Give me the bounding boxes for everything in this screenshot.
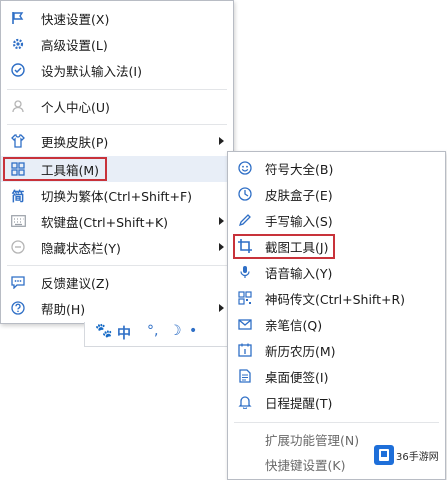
menu-item-label: 设为默认输入法(I) — [41, 63, 142, 79]
skin-box-icon — [237, 186, 253, 202]
menu-item-label: 软键盘(Ctrl+Shift+K) — [41, 214, 169, 230]
submenu-arrow-icon — [219, 137, 224, 145]
user-icon — [10, 98, 26, 114]
gear-icon — [10, 36, 26, 52]
submenu-arrow-icon — [219, 217, 224, 225]
submenu-item-skin-box[interactable]: 皮肤盒子(E) — [228, 181, 445, 207]
menu-item-set-default[interactable]: 设为默认输入法(I) — [1, 57, 233, 83]
submenu-item-handwriting[interactable]: 手写输入(S) — [228, 207, 445, 233]
ime-status-bar: 🐾 中 °, ☽ • — [84, 322, 230, 347]
menu-item-change-skin[interactable]: 更换皮肤(P) — [1, 128, 233, 154]
submenu-item-symbols[interactable]: 符号大全(B) — [228, 155, 445, 181]
submenu-item-calendar[interactable]: 新历农历(M) — [228, 337, 445, 363]
menu-separator — [7, 265, 227, 266]
mic-icon — [237, 264, 253, 280]
menu-item-label: 切换为繁体(Ctrl+Shift+F) — [41, 188, 193, 204]
submenu-item-code-transfer[interactable]: 神码传文(Ctrl+Shift+R) — [228, 285, 445, 311]
mail-icon — [237, 316, 253, 332]
moon-icon: ☽ — [169, 323, 182, 339]
bell-icon — [237, 394, 253, 410]
smiley-icon — [237, 160, 253, 176]
menu-item-label: 反馈建议(Z) — [41, 275, 110, 291]
toolbox-submenu: 符号大全(B) 皮肤盒子(E) 手写输入(S) 截图工具(J) 语音输入(Y) … — [227, 151, 446, 480]
menu-item-feedback[interactable]: 反馈建议(Z) — [1, 269, 233, 295]
menu-separator — [7, 124, 227, 125]
watermark-text: 36手游网 — [396, 451, 439, 463]
submenu-item-label: 扩展功能管理(N) — [265, 432, 360, 448]
submenu-item-voice-input[interactable]: 语音输入(Y) — [228, 259, 445, 285]
submenu-item-label: 桌面便签(I) — [265, 369, 329, 385]
help-icon — [10, 300, 26, 316]
flag-icon — [10, 10, 26, 26]
menu-item-label: 快速设置(X) — [41, 11, 110, 27]
note-icon — [237, 368, 253, 384]
paw-icon: 🐾 — [95, 323, 113, 339]
keyboard-icon — [10, 213, 26, 229]
shirt-icon — [10, 133, 26, 149]
submenu-item-label: 符号大全(B) — [265, 161, 334, 177]
submenu-item-label: 手写输入(S) — [265, 213, 333, 229]
menu-separator — [234, 422, 439, 423]
menu-item-traditional[interactable]: 简 切换为繁体(Ctrl+Shift+F) — [1, 182, 233, 208]
menu-item-help[interactable]: 帮助(H) — [1, 295, 233, 321]
submenu-item-schedule[interactable]: 日程提醒(T) — [228, 389, 445, 415]
menu-item-label: 隐藏状态栏(Y) — [41, 240, 121, 256]
calendar-icon — [237, 342, 253, 358]
highlight-frame — [3, 157, 107, 181]
minus-circle-icon — [10, 239, 26, 255]
submenu-arrow-icon — [219, 304, 224, 312]
main-context-menu: 快速设置(X) 高级设置(L) 设为默认输入法(I) 个人中心(U) 更换皮肤(… — [0, 0, 234, 324]
qr-icon — [237, 290, 253, 306]
submenu-arrow-icon — [219, 243, 224, 251]
menu-item-advanced-settings[interactable]: 高级设置(L) — [1, 31, 233, 57]
menu-item-personal-center[interactable]: 个人中心(U) — [1, 93, 233, 119]
highlight-frame — [233, 234, 335, 259]
watermark-logo: 36手游网 — [374, 443, 439, 467]
menu-item-quick-settings[interactable]: 快速设置(X) — [1, 5, 233, 31]
menu-item-label: 更换皮肤(P) — [41, 134, 109, 150]
check-circle-icon — [10, 62, 26, 78]
menu-item-label: 帮助(H) — [41, 301, 86, 317]
submenu-item-label: 快捷键设置(K) — [265, 457, 346, 473]
submenu-item-label: 皮肤盒子(E) — [265, 187, 333, 203]
submenu-item-label: 新历农历(M) — [265, 343, 336, 359]
chat-icon — [10, 274, 26, 290]
menu-item-label: 个人中心(U) — [41, 99, 110, 115]
menu-separator — [7, 89, 227, 90]
submenu-item-desktop-note[interactable]: 桌面便签(I) — [228, 363, 445, 389]
submenu-item-label: 神码传文(Ctrl+Shift+R) — [265, 291, 406, 307]
punctuation-icon: °, — [147, 323, 159, 339]
chinese-mode-icon: 中 — [117, 326, 131, 342]
menu-item-label: 高级设置(L) — [41, 37, 108, 53]
watermark-badge-icon — [374, 445, 394, 465]
mic-small-icon: • — [189, 323, 198, 339]
traditional-char-icon: 简 — [11, 189, 25, 205]
menu-item-hide-statusbar[interactable]: 隐藏状态栏(Y) — [1, 234, 233, 260]
submenu-item-label: 日程提醒(T) — [265, 395, 333, 411]
pen-icon — [237, 212, 253, 228]
menu-item-soft-keyboard[interactable]: 软键盘(Ctrl+Shift+K) — [1, 208, 233, 234]
submenu-item-label: 语音输入(Y) — [265, 265, 333, 281]
submenu-item-label: 亲笔信(Q) — [265, 317, 323, 333]
submenu-item-handwritten-letter[interactable]: 亲笔信(Q) — [228, 311, 445, 337]
